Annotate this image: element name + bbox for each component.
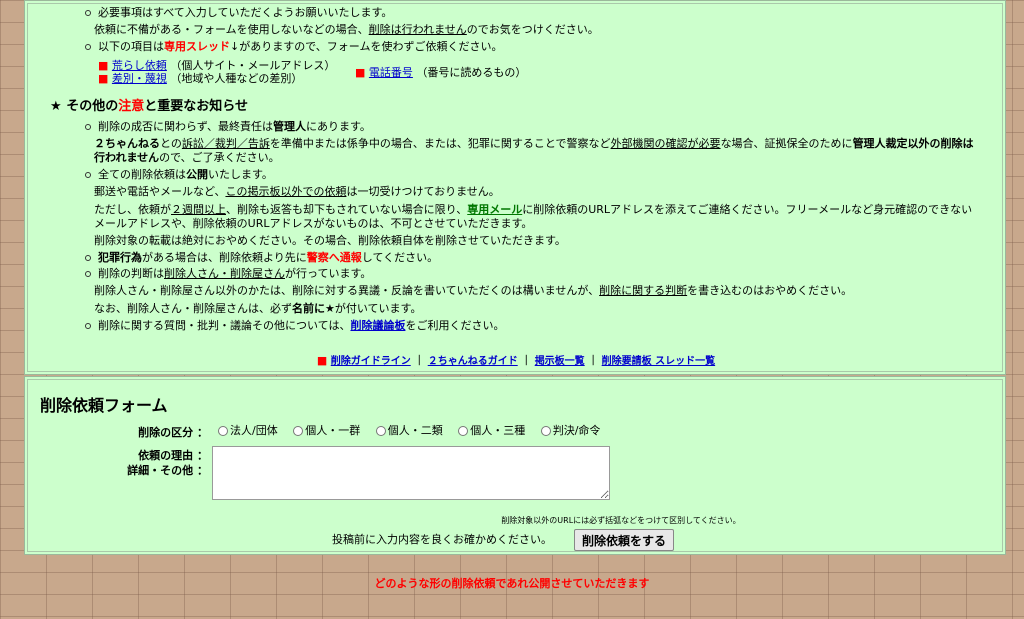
url-note: 削除対象以外のURLには必ず括弧などをつけて区別してください。 [501,516,741,525]
star-icon: ★ [50,99,62,114]
notice-crime: 犯罪行為がある場合は、削除依頼より先に警察へ通報してください。 [84,251,439,264]
notice-required-fields: 必要事項はすべて入力していただくようお願いいたします。 [84,6,393,19]
section-heading-notices: ★ その他の注意と重要なお知らせ [50,99,248,114]
nav-link-guide[interactable]: ２ちゃんねるガイド [428,356,518,367]
radio-court-order[interactable]: 判決/命令 [540,424,600,437]
dedicated-mail-link[interactable]: 専用メール [467,203,522,216]
radio-corporate[interactable]: 法人/団体 [218,424,278,437]
thread-item-sabetsu[interactable]: ■ 差別・蔑視 （地域や人種などの差別） [98,72,302,86]
red-square-icon: ■ [98,72,109,85]
category-label: 削除の区分 ： [138,426,208,439]
notice-objection: 削除人さん・削除屋さん以外のかたは、削除に対する異議・反論を書いていただくのは構… [94,284,853,297]
notice-public: 全ての削除依頼は公開いたします。 [85,168,273,181]
footer-nav: ■ 削除ガイドライン ｜ ２ちゃんねるガイド ｜ 掲示板一覧 ｜ 削除要請板 ス… [316,354,716,367]
notice-discussion: 削除に関する質問・批判・議論その他については、削除議論板をご利用ください。 [84,319,505,332]
thread-item-arashi[interactable]: ■ 荒らし依頼 （個人サイト・メールアドレス） [98,59,335,73]
deletion-form-panel: 削除依頼フォーム 削除の区分 ： 法人/団体 個人・一群 個人・二類 個人・三種… [24,376,1006,555]
category-radio-group: 法人/団体 個人・一群 個人・二類 個人・三種 判決/命令 [218,424,612,438]
notice-star-name: なお、削除人さん・削除屋さんは、必ず名前に★が付いています。 [94,302,422,315]
notice-panel: 必要事項はすべて入力していただくようお願いいたします。 依頼に不備がある・フォー… [24,0,1006,375]
confirm-text: 投稿前に入力内容を良くお確かめください。 [332,533,552,546]
notice-judges: 削除の判断は削除人さん・削除屋さんが行っています。 [84,267,372,280]
form-title: 削除依頼フォーム [40,396,168,415]
notice-offboard: 郵送や電話やメールなど、この掲示板以外での依頼は一切受けつけておりません。 [94,185,500,198]
red-square-icon: ■ [355,66,366,79]
notice-dedicated-threads: 以下の項目は専用スレッド↓がありますので、フォームを使わずご依頼ください。 [84,40,503,53]
submit-deletion-button[interactable]: 削除依頼をする [574,529,674,551]
reason-label: 依頼の理由 ： 詳細・その他 ： [127,449,208,477]
notice-two-weeks: ただし、依頼が２週間以上、削除も返答も却下もされていない場合に限り、専用メールに… [94,203,973,230]
no-deletion-link[interactable]: 削除は行われません [369,23,467,36]
thread-item-phone[interactable]: ■ 電話番号 （番号に読めるもの） [355,66,526,80]
nav-link-threadlist[interactable]: 削除要請板 スレッド一覧 [602,356,715,367]
red-square-icon: ■ [98,59,109,72]
radio-individual-3[interactable]: 個人・三種 [458,424,525,437]
red-square-icon: ■ [316,354,328,367]
reason-textarea[interactable] [212,446,610,500]
notice-responsibility: 削除の成否に関わらず、最終責任は管理人にあります。 [85,120,371,133]
notice-invalid-request: 依頼に不備がある・フォームを使用しないなどの場合、削除は行われませんのでお気をつ… [94,23,599,36]
notice-litigation: ２ちゃんねるとの訴訟／裁判／告訴を準備中または係争中の場合、または、犯罪に関する… [94,137,974,164]
public-notice-footer: どのような形の削除依頼であれ公開させていただきます [374,577,650,590]
notice-no-repost: 削除対象の転載は絶対におやめください。その場合、削除依頼自体を削除させていただき… [94,234,566,247]
radio-individual-2[interactable]: 個人・二類 [375,424,443,437]
nav-link-guideline[interactable]: 削除ガイドライン [331,356,411,367]
nav-link-boardlist[interactable]: 掲示板一覧 [535,356,585,367]
discussion-board-link[interactable]: 削除議論板 [350,319,405,332]
radio-individual-1[interactable]: 個人・一群 [293,424,360,437]
